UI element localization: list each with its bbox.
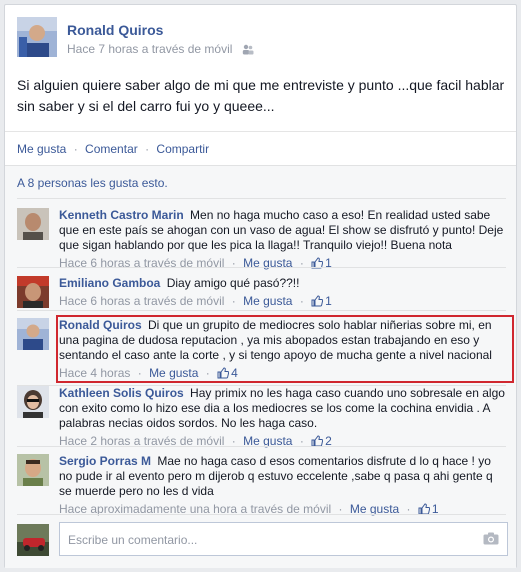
commenter-avatar[interactable] (17, 386, 49, 418)
post-actions: Me gusta · Comentar · Compartir (5, 131, 516, 165)
share-link[interactable]: Compartir (156, 142, 209, 156)
post-author-name[interactable]: Ronald Quiros (67, 22, 163, 38)
separator: · (299, 294, 304, 308)
viewer-avatar (17, 524, 49, 556)
comment-input-placeholder: Escribe un comentario... (68, 533, 198, 547)
post-card: Ronald Quiros Hace 7 horas a través de m… (4, 4, 517, 568)
comment-time[interactable]: Hace 6 horas a través de móvil (59, 294, 224, 308)
divider (17, 514, 506, 515)
likes-summary[interactable]: A 8 personas les gusta esto. (17, 176, 168, 190)
comment-text: Diay amigo qué pasó??!! (166, 276, 300, 290)
likes-summary-link[interactable]: A 8 personas les gusta esto. (17, 176, 168, 190)
highlight-box (56, 315, 514, 383)
commenter-name[interactable]: Emiliano Gamboa (59, 276, 160, 290)
divider (17, 446, 506, 447)
comment-body: Kathleen Solis Quiros Hay primix no les … (59, 386, 507, 449)
commenter-name[interactable]: Kathleen Solis Quiros (59, 386, 184, 400)
comment-composer: Escribe un comentario... (17, 522, 509, 558)
commenter-avatar[interactable] (17, 276, 49, 308)
comment-meta: Hace 6 horas a través de móvil · Me gust… (59, 294, 507, 309)
commenter-name[interactable]: Sergio Porras M (59, 454, 151, 468)
comment-body: Emiliano Gamboa Diay amigo qué pasó??!! … (59, 276, 507, 309)
commenter-avatar[interactable] (17, 318, 49, 350)
separator: · (73, 142, 78, 156)
like-link[interactable]: Me gusta (17, 142, 66, 156)
comment-body: Sergio Porras M Mae no haga caso d esos … (59, 454, 507, 517)
commenter-avatar[interactable] (17, 208, 49, 240)
comment-like-count[interactable]: 1 (311, 294, 332, 308)
comment-meta: Hace 6 horas a través de móvil · Me gust… (59, 256, 507, 271)
post-meta: Hace 7 horas a través de móvil (67, 42, 254, 56)
camera-icon[interactable] (483, 532, 499, 545)
like-count: 1 (325, 294, 332, 308)
commenter-avatar[interactable] (17, 454, 49, 486)
divider (17, 267, 506, 268)
commenter-name[interactable]: Kenneth Castro Marin (59, 208, 184, 222)
comments-section: A 8 personas les gusta esto. Kenneth Cas… (5, 165, 516, 568)
post-timestamp[interactable]: Hace 7 horas a través de móvil (67, 42, 232, 56)
separator: · (145, 142, 150, 156)
comment-link[interactable]: Comentar (85, 142, 138, 156)
comment-input[interactable]: Escribe un comentario... (59, 522, 508, 556)
post-header: Ronald Quiros Hace 7 horas a través de m… (17, 17, 497, 59)
thumbs-up-icon (311, 295, 324, 307)
separator: · (231, 294, 236, 308)
post-text: Si alguien quiere saber algo de mi que m… (17, 77, 505, 114)
divider (17, 198, 506, 199)
comment-like-link[interactable]: Me gusta (243, 294, 292, 308)
comment-body: Kenneth Castro Marin Men no haga mucho c… (59, 208, 507, 271)
divider (17, 310, 506, 311)
friends-icon[interactable] (242, 44, 254, 55)
author-avatar[interactable] (17, 17, 57, 57)
